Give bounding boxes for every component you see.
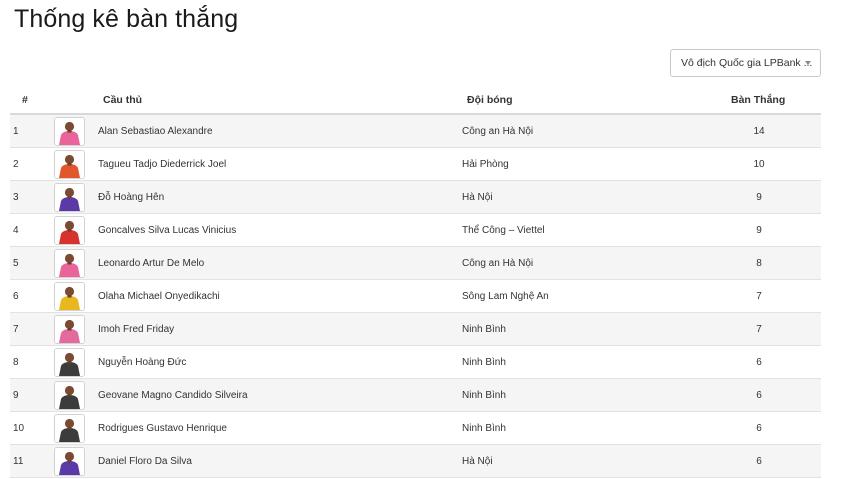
goals-cell: 7	[756, 291, 762, 302]
team-name[interactable]: Ninh Bình	[462, 357, 506, 368]
player-avatar-icon	[55, 283, 84, 310]
player-name[interactable]: Imoh Fred Friday	[98, 324, 174, 335]
player-avatar-icon	[55, 382, 84, 409]
scorers-table-body: 1 Alan Sebastiao Alexandre Công an Hà Nội 1…	[10, 115, 821, 478]
player-photo[interactable]	[54, 117, 85, 146]
player-avatar-icon	[55, 250, 84, 277]
team-name[interactable]: Công an Hà Nội	[462, 126, 533, 137]
player-name[interactable]: Goncalves Silva Lucas Vinicius	[98, 225, 236, 236]
player-photo[interactable]	[54, 183, 85, 212]
table-row[interactable]: 7 Imoh Fred Friday Ninh Bình 7	[10, 313, 821, 346]
goals-cell: 7	[756, 324, 762, 335]
player-photo[interactable]	[54, 381, 85, 410]
player-photo[interactable]	[54, 315, 85, 344]
table-row[interactable]: 4 Goncalves Silva Lucas Vinicius Thể Công …	[10, 214, 821, 247]
goals-cell: 14	[753, 126, 765, 137]
player-photo[interactable]	[54, 216, 85, 245]
player-photo[interactable]	[54, 348, 85, 377]
table-row[interactable]: 5 Leonardo Artur De Melo Công an Hà Nội 8	[10, 247, 821, 280]
table-row[interactable]: 1 Alan Sebastiao Alexandre Công an Hà Nội 1…	[10, 115, 821, 148]
player-avatar-icon	[55, 316, 84, 343]
player-avatar-icon	[55, 217, 84, 244]
rank-cell: 7	[13, 324, 19, 335]
player-photo[interactable]	[54, 414, 85, 443]
column-header-player[interactable]: Cầu thủ	[103, 94, 142, 106]
player-name[interactable]: Leonardo Artur De Melo	[98, 258, 204, 269]
player-avatar-icon	[55, 118, 84, 145]
column-header-team[interactable]: Đội bóng	[467, 94, 513, 106]
player-avatar-icon	[55, 415, 84, 442]
team-name[interactable]: Ninh Bình	[462, 324, 506, 335]
column-header-rank: #	[22, 94, 28, 106]
player-avatar-icon	[55, 151, 84, 178]
goals-cell: 8	[756, 258, 762, 269]
player-photo[interactable]	[54, 150, 85, 179]
player-name[interactable]: Rodrigues Gustavo Henrique	[98, 423, 227, 434]
page-title: Thống kê bàn thắng	[14, 5, 239, 33]
player-name[interactable]: Tagueu Tadjo Diederrick Joel	[98, 159, 226, 170]
table-row[interactable]: 3 Đỗ Hoàng Hên Hà Nội 9	[10, 181, 821, 214]
rank-cell: 2	[13, 159, 19, 170]
rank-cell: 1	[13, 126, 19, 137]
player-avatar-icon	[55, 184, 84, 211]
rank-cell: 3	[13, 192, 19, 203]
player-avatar-icon	[55, 349, 84, 376]
player-avatar-icon	[55, 448, 84, 475]
team-name[interactable]: Công an Hà Nội	[462, 258, 533, 269]
team-name[interactable]: Thể Công – Viettel	[462, 225, 545, 236]
rank-cell: 9	[13, 390, 19, 401]
rank-cell: 10	[13, 423, 25, 434]
player-name[interactable]: Nguyễn Hoàng Đức	[98, 357, 186, 368]
goals-cell: 10	[753, 159, 765, 170]
league-select-value: Vô địch Quốc gia LPBank ...	[681, 57, 813, 69]
player-name[interactable]: Daniel Floro Da Silva	[98, 456, 192, 467]
goals-cell: 6	[756, 423, 762, 434]
player-name[interactable]: Geovane Magno Candido Silveira	[98, 390, 248, 401]
table-header: # Cầu thủ Đội bóng Bàn Thắng	[10, 88, 821, 115]
rank-cell: 8	[13, 357, 19, 368]
player-name[interactable]: Đỗ Hoàng Hên	[98, 192, 164, 203]
chevron-down-icon	[805, 61, 811, 65]
goals-cell: 6	[756, 357, 762, 368]
team-name[interactable]: Ninh Bình	[462, 423, 506, 434]
rank-cell: 6	[13, 291, 19, 302]
team-name[interactable]: Ninh Bình	[462, 390, 506, 401]
player-name[interactable]: Olaha Michael Onyedikachi	[98, 291, 220, 302]
team-name[interactable]: Hà Nội	[462, 456, 493, 467]
league-select[interactable]: Vô địch Quốc gia LPBank ...	[670, 49, 821, 77]
team-name[interactable]: Hải Phòng	[462, 159, 509, 170]
table-row[interactable]: 10 Rodrigues Gustavo Henrique Ninh Bình 6	[10, 412, 821, 445]
goals-cell: 6	[756, 456, 762, 467]
table-row[interactable]: 9 Geovane Magno Candido Silveira Ninh Bình…	[10, 379, 821, 412]
rank-cell: 4	[13, 225, 19, 236]
player-name[interactable]: Alan Sebastiao Alexandre	[98, 126, 213, 137]
team-name[interactable]: Hà Nội	[462, 192, 493, 203]
rank-cell: 11	[13, 456, 24, 467]
table-row[interactable]: 8 Nguyễn Hoàng Đức Ninh Bình 6	[10, 346, 821, 379]
player-photo[interactable]	[54, 282, 85, 311]
column-header-goals[interactable]: Bàn Thắng	[731, 94, 785, 106]
table-row[interactable]: 11 Daniel Floro Da Silva Hà Nội 6	[10, 445, 821, 478]
table-row[interactable]: 2 Tagueu Tadjo Diederrick Joel Hải Phòng 10	[10, 148, 821, 181]
goals-cell: 6	[756, 390, 762, 401]
player-photo[interactable]	[54, 447, 85, 476]
goals-cell: 9	[756, 225, 762, 236]
rank-cell: 5	[13, 258, 19, 269]
team-name[interactable]: Sông Lam Nghệ An	[462, 291, 549, 302]
player-photo[interactable]	[54, 249, 85, 278]
goals-cell: 9	[756, 192, 762, 203]
table-row[interactable]: 6 Olaha Michael Onyedikachi Sông Lam Nghệ …	[10, 280, 821, 313]
